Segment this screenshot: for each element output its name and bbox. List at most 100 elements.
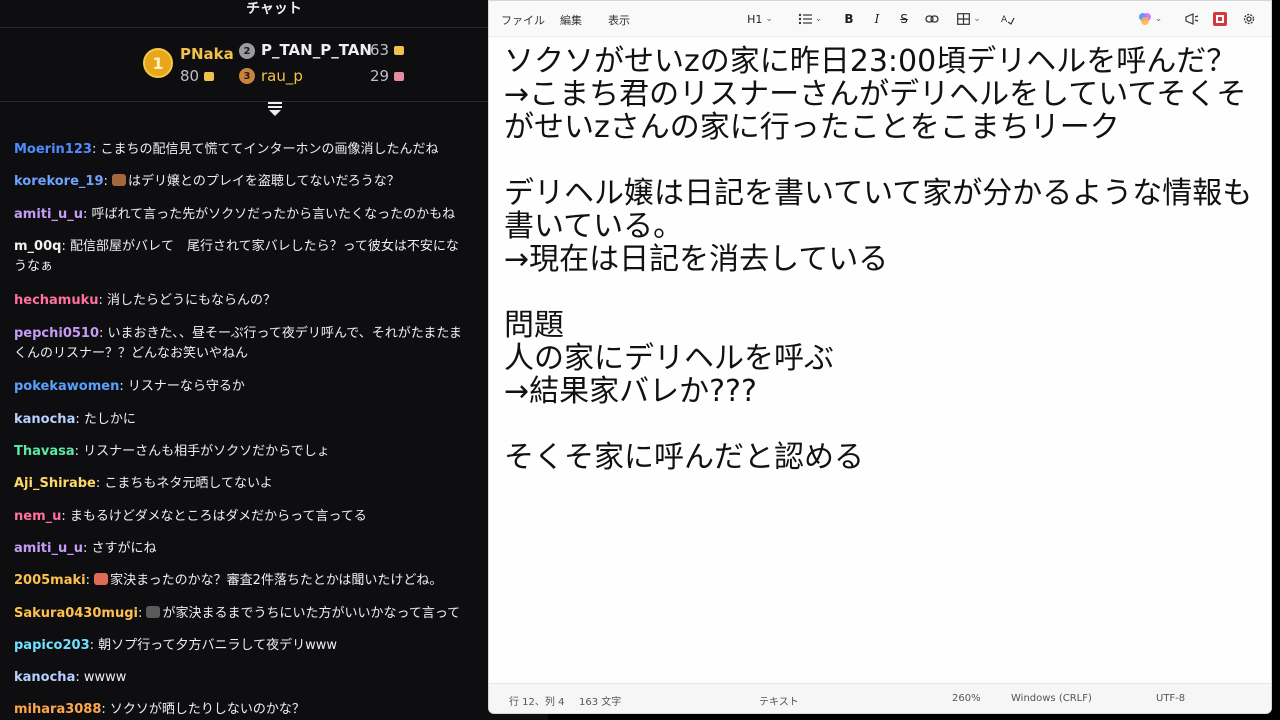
chat-separator: : [98,293,108,308]
leaderboard-first-value: 80 [180,67,215,85]
chevron-down-icon: ⌄ [814,14,823,24]
chat-message-text: 消したらどうにもならんの？ [107,293,277,308]
chat-message-text-continued: くんのリスナー？？どんなお笑いやねん [14,346,249,361]
chat-username[interactable]: pokekawomen [14,379,119,394]
status-bar: 行 12、列 4 163 文字 テキスト 260% Windows (CRLF)… [489,683,1271,713]
text-editor[interactable]: ソクソがせいzの家に昨日23:00頃デリヘルを呼んだ？ →こまち君のリスナーさん… [489,37,1271,685]
chat-username[interactable]: nem_u [14,509,61,524]
announcement-button[interactable] [1183,10,1201,28]
chat-message-text: こまちの配信見て慌ててインターホンの画像消したんだね [100,142,439,157]
table-icon [957,13,971,25]
megaphone-icon [1185,13,1199,25]
chat-username[interactable]: Aji_Shirabe [14,476,96,491]
chat-username[interactable]: amiti_u_u [14,541,83,556]
leaderboard-second-name[interactable]: P_TAN_P_TAN [261,41,372,59]
menu-file[interactable]: ファイル [501,12,545,28]
chat-message-text: 呼ばれて言った先がソクソだったから言いたくなったのかもね [91,207,456,222]
chat-username[interactable]: Thavasa [14,444,75,459]
bits-icon [394,46,405,55]
chevron-down-icon: ⌄ [973,14,981,24]
menu-view[interactable]: 表示 [608,12,630,28]
chat-username[interactable]: pepchi0510 [14,326,99,341]
text-format[interactable]: テキスト [759,693,799,708]
account-badge-icon [1213,12,1227,26]
chat-message: Aji_Shirabe: こまちもネタ元晒してないよ [14,474,544,494]
chat-username[interactable]: Moerin123 [14,142,92,157]
svg-text:A: A [1001,15,1008,25]
strikethrough-button[interactable]: S [896,10,912,28]
chat-username[interactable]: korekore_19 [14,174,104,189]
chat-message: pokekawomen: リスナーなら守るか [14,377,544,397]
account-button[interactable] [1211,10,1229,28]
chat-separator: : [101,702,110,717]
chat-message: pepchi0510: いまおきた､、昼そーぷ行って夜デリ呼んで、それがたまたま… [14,324,544,364]
chat-username[interactable]: Sakura0430mugi [14,606,138,621]
chat-message: m_00q: 配信部屋がバレて 尾行されて家バレしたら？って彼女は不安にな うなぁ [14,237,544,277]
chat-message-text: が家決まるまでうちにいた方がいいかなって言って [162,606,461,621]
chat-message-list[interactable]: Moerin123: こまちの配信見て慌ててインターホンの画像消したんだね kor… [0,113,548,720]
chat-message-text: いまおきた､、昼そーぷ行って夜デリ呼んで、それがたまたま [107,326,462,341]
chat-separator: : [99,326,108,341]
bold-button[interactable]: B [841,10,857,28]
chat-username[interactable]: amiti_u_u [14,207,83,222]
character-count: 163 文字 [579,697,622,708]
chat-title: チャット [0,0,548,28]
chat-separator: : [89,638,99,653]
chat-message-text: まもるけどダメなところはダメだからって言ってる [69,509,367,524]
rank-3-medal-icon: 3 [239,68,255,84]
clear-format-button[interactable]: A [999,10,1017,28]
chat-separator: : [61,509,70,524]
menu-edit[interactable]: 編集 [560,12,582,28]
chat-username[interactable]: kanocha [14,412,75,427]
chat-message: hechamuku: 消したらどうにもならんの？ [14,291,544,311]
chat-separator: : [119,379,128,394]
zoom-level[interactable]: 260% [952,693,981,704]
chat-message: mihara3088: ソクソが晒したりしないのかな？ [14,700,544,720]
chat-separator: : [103,174,113,189]
italic-button[interactable]: I [869,10,885,28]
chat-username[interactable]: papico203 [14,638,90,653]
chat-username[interactable]: hechamuku [14,293,99,308]
chat-username[interactable]: mihara3088 [14,702,101,717]
chat-username[interactable]: 2005maki [14,573,86,588]
heading-dropdown[interactable]: H1 ⌄ [747,10,773,28]
link-button[interactable] [923,10,941,28]
table-dropdown[interactable]: ⌄ [953,10,985,28]
leaderboard-third-value: 29 [370,67,405,85]
chat-username[interactable]: kanocha [14,670,75,685]
chat-message: nem_u: まもるけどダメなところはダメだからって言ってる [14,507,544,527]
chat-message-text: はデリ嬢とのプレイを盗聴してないだろうな？ [128,174,400,189]
heading-label: H1 [747,12,763,26]
chat-message-text: こまちもネタ元晒してないよ [104,476,273,491]
bullet-list-icon [798,13,812,25]
settings-button[interactable] [1240,10,1258,28]
chat-message-text-continued: うなぁ [14,259,54,274]
chat-message-text: さすがにね [91,541,157,556]
chat-message: 2005maki: 家決まったのかな？審査2件落ちたとかは聞いたけどね。 [14,571,544,591]
leaderboard-third-name[interactable]: rau_p [261,67,303,85]
chat-separator: : [74,444,84,459]
list-dropdown[interactable]: ⌄ [794,10,826,28]
copilot-dropdown[interactable]: ⌄ [1134,10,1166,28]
chevron-down-icon: ⌄ [765,14,773,24]
leaderboard-first-name[interactable]: PNaka [180,45,234,63]
link-icon [925,15,939,23]
chat-message: amiti_u_u: 呼ばれて言った先がソクソだったから言いたくなったのかもね [14,205,544,225]
rank-1-medal-icon: 1 [143,48,173,78]
bits-icon [204,72,215,81]
chat-username[interactable]: m_00q [14,239,61,254]
chat-message: Thavasa: リスナーさんも相手がソクソだからでしょ [14,442,544,462]
chat-separator: : [137,606,147,621]
house-emoji-icon [94,573,109,585]
document-text[interactable]: ソクソがせいzの家に昨日23:00頃デリヘルを呼んだ？ →こまち君のリスナーさん… [504,45,1264,474]
chat-message-text: 配信部屋がバレて 尾行されて家バレしたら？って彼女は不安にな [69,239,459,254]
chat-message-text: リスナーさんも相手がソクソだからでしょ [83,444,330,459]
leaderboard-first-count: 80 [180,67,200,85]
chat-panel: チャット 1 PNaka 80 2 P_TAN_P_TAN 63 3 rau_p… [0,0,548,720]
line-ending[interactable]: Windows (CRLF) [1011,693,1092,704]
chat-message: papico203: 朝ソプ行って夕方バニラして夜デリwww [14,636,544,656]
leaderboard-second-count: 63 [370,41,390,59]
chat-message: Moerin123: こまちの配信見て慌ててインターホンの画像消したんだね [14,140,544,160]
leaderboard-second-value: 63 [370,41,405,59]
encoding[interactable]: UTF-8 [1156,693,1185,704]
